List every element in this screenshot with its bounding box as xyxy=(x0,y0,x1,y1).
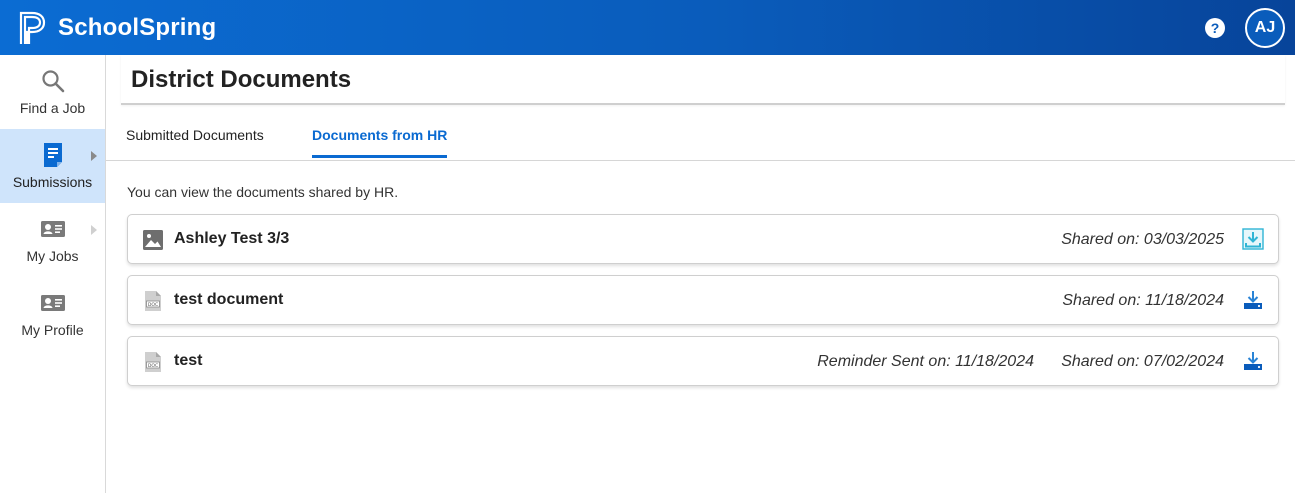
main-content: District Documents Submitted Documents D… xyxy=(106,55,1295,493)
expand-arrow-icon[interactable] xyxy=(91,225,97,235)
download-icon[interactable] xyxy=(1242,350,1264,372)
document-row[interactable]: DOC test document Shared on: 11/18/2024 xyxy=(127,275,1279,325)
document-name[interactable]: test document xyxy=(174,291,283,309)
download-icon[interactable] xyxy=(1242,228,1264,250)
doc-file-icon: DOC xyxy=(145,352,161,372)
top-bar: SchoolSpring ? AJ xyxy=(0,0,1295,55)
id-card-icon xyxy=(40,216,66,242)
reminder-date: Reminder Sent on: 11/18/2024 xyxy=(817,353,1034,370)
document-row[interactable]: Ashley Test 3/3 Shared on: 03/03/2025 xyxy=(127,214,1279,264)
document-name[interactable]: test xyxy=(174,352,202,370)
sidebar-item-my-profile[interactable]: My Profile xyxy=(0,277,105,351)
sidebar-item-label: My Jobs xyxy=(26,248,79,264)
svg-text:DOC: DOC xyxy=(148,363,158,369)
sidebar-item-label: Find a Job xyxy=(19,100,86,116)
schoolspring-logo-icon xyxy=(19,11,46,44)
shared-date: Shared on: 03/03/2025 xyxy=(1061,231,1224,248)
sidebar-item-label: Submissions xyxy=(12,174,93,190)
svg-text:DOC: DOC xyxy=(148,302,158,308)
page-header: District Documents xyxy=(121,55,1285,105)
tab-submitted-documents[interactable]: Submitted Documents xyxy=(126,127,264,155)
tab-documents-from-hr[interactable]: Documents from HR xyxy=(312,127,448,158)
user-avatar[interactable]: AJ xyxy=(1245,7,1285,48)
page-title: District Documents xyxy=(131,66,352,93)
sidebar-item-find-a-job[interactable]: Find a Job xyxy=(0,55,105,129)
help-button[interactable]: ? xyxy=(1205,17,1225,38)
sidebar-item-submissions[interactable]: Submissions xyxy=(0,129,105,203)
search-icon xyxy=(40,68,66,94)
doc-file-icon: DOC xyxy=(145,291,161,311)
expand-arrow-icon[interactable] xyxy=(91,151,97,161)
document-icon xyxy=(40,142,66,168)
download-icon[interactable] xyxy=(1242,289,1264,311)
shared-date: Shared on: 07/02/2024 xyxy=(1061,353,1224,370)
sidebar: Find a Job Submissions My Jobs My Profil… xyxy=(0,55,106,493)
document-list: Ashley Test 3/3 Shared on: 03/03/2025 DO… xyxy=(127,214,1279,397)
brand[interactable]: SchoolSpring xyxy=(18,10,216,46)
id-card-icon xyxy=(40,290,66,316)
brand-name: SchoolSpring xyxy=(58,13,217,41)
image-file-icon xyxy=(143,230,163,250)
sidebar-item-label: My Profile xyxy=(21,322,84,338)
shared-date: Shared on: 11/18/2024 xyxy=(1062,292,1224,309)
sidebar-item-my-jobs[interactable]: My Jobs xyxy=(0,203,105,277)
tab-bar: Submitted Documents Documents from HR xyxy=(106,123,1295,161)
document-name[interactable]: Ashley Test 3/3 xyxy=(174,230,289,248)
document-row[interactable]: DOC test Reminder Sent on: 11/18/2024 Sh… xyxy=(127,336,1279,386)
intro-text: You can view the documents shared by HR. xyxy=(127,184,399,200)
